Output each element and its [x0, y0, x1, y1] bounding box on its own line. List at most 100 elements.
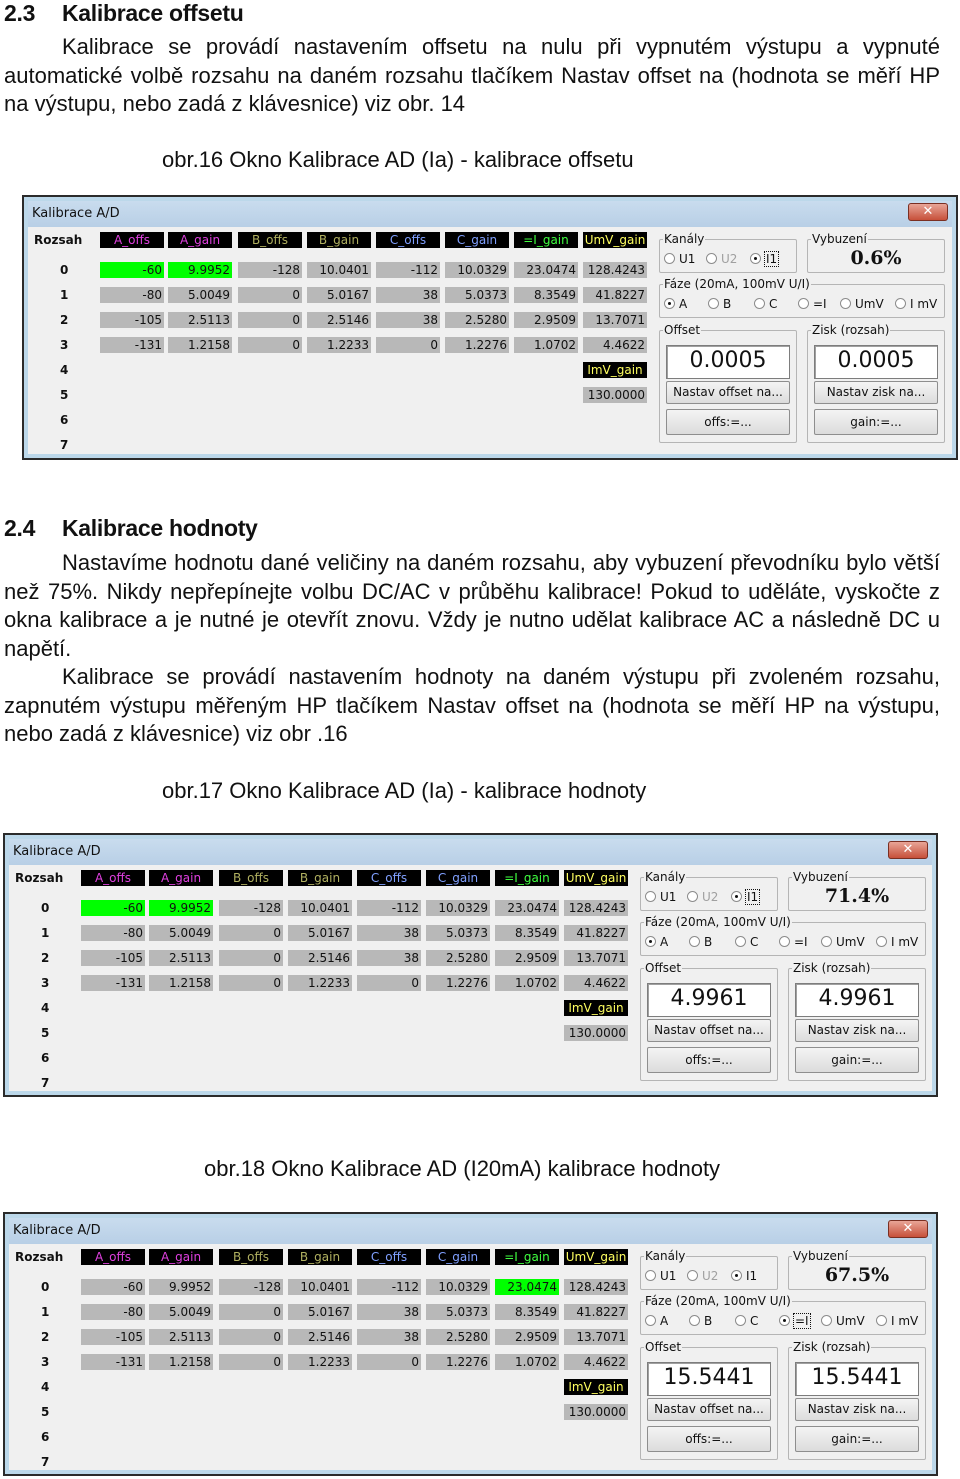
close-button[interactable]: ✕ [888, 1220, 928, 1238]
imv-gain-cell[interactable]: 130.0000 [564, 1404, 628, 1420]
calibration-cell[interactable]: 2.9509 [495, 950, 559, 966]
calibration-cell[interactable]: 9.9952 [149, 900, 213, 916]
calibration-cell[interactable]: 23.0474 [495, 900, 559, 916]
faze-radio[interactable]: I mV [876, 935, 918, 949]
offs-assign-button[interactable]: offs:=... [666, 409, 790, 435]
faze-radio[interactable]: A [645, 1314, 668, 1328]
faze-radio[interactable]: =I [779, 1313, 811, 1329]
calibration-cell[interactable]: 1.2276 [445, 337, 509, 353]
calibration-cell[interactable]: -60 [81, 1279, 145, 1295]
calibration-cell[interactable]: 2.5146 [288, 1329, 352, 1345]
calibration-cell[interactable]: 13.7071 [564, 950, 628, 966]
calibration-cell[interactable]: -131 [100, 337, 164, 353]
calibration-cell[interactable]: 8.3549 [514, 287, 578, 303]
calibration-cell[interactable]: 4.4622 [564, 1354, 628, 1370]
calibration-cell[interactable]: -131 [81, 1354, 145, 1370]
calibration-cell[interactable]: -112 [357, 900, 421, 916]
kanal-radio-u2[interactable]: U2 [687, 890, 718, 904]
nastav-zisk-button[interactable]: Nastav zisk na... [814, 381, 938, 404]
faze-radio[interactable]: I mV [876, 1314, 918, 1328]
calibration-cell[interactable]: 1.0702 [514, 337, 578, 353]
zisk-value-field[interactable]: 15.5441 [795, 1362, 919, 1396]
calibration-cell[interactable]: 13.7071 [564, 1329, 628, 1345]
calibration-cell[interactable]: 5.0373 [445, 287, 509, 303]
faze-radio[interactable]: A [664, 297, 687, 311]
calibration-cell[interactable]: -112 [357, 1279, 421, 1295]
calibration-cell[interactable]: 128.4243 [583, 262, 647, 278]
calibration-cell[interactable]: 1.2233 [307, 337, 371, 353]
faze-radio[interactable]: C [735, 1314, 758, 1328]
calibration-cell[interactable]: 5.0167 [288, 1304, 352, 1320]
calibration-cell[interactable]: 9.9952 [168, 262, 232, 278]
calibration-cell[interactable]: 23.0474 [514, 262, 578, 278]
calibration-cell[interactable]: 5.0049 [149, 925, 213, 941]
calibration-cell[interactable]: 1.2158 [168, 337, 232, 353]
gain-assign-button[interactable]: gain:=... [814, 409, 938, 435]
calibration-cell[interactable]: 10.0401 [288, 900, 352, 916]
calibration-cell[interactable]: -105 [100, 312, 164, 328]
calibration-cell[interactable]: -128 [219, 1279, 283, 1295]
calibration-cell[interactable]: 1.2276 [426, 1354, 490, 1370]
nastav-offset-button[interactable]: Nastav offset na... [647, 1019, 771, 1042]
offset-value-field[interactable]: 0.0005 [666, 345, 790, 379]
calibration-cell[interactable]: 38 [357, 950, 421, 966]
calibration-cell[interactable]: 8.3549 [495, 1304, 559, 1320]
calibration-cell[interactable]: 38 [376, 287, 440, 303]
faze-radio[interactable]: UmV [821, 935, 865, 949]
calibration-cell[interactable]: 0 [238, 312, 302, 328]
nastav-offset-button[interactable]: Nastav offset na... [666, 381, 790, 404]
zisk-value-field[interactable]: 0.0005 [814, 345, 938, 379]
calibration-cell[interactable]: 1.2158 [149, 1354, 213, 1370]
calibration-cell[interactable]: 41.8227 [583, 287, 647, 303]
calibration-cell[interactable]: -128 [238, 262, 302, 278]
calibration-cell[interactable]: 2.5146 [307, 312, 371, 328]
calibration-cell[interactable]: 0 [238, 337, 302, 353]
imv-gain-cell[interactable]: 130.0000 [583, 387, 647, 403]
calibration-cell[interactable]: 23.0474 [495, 1279, 559, 1295]
kanal-radio-i1[interactable]: I1 [731, 1269, 757, 1283]
calibration-cell[interactable]: 2.5280 [426, 1329, 490, 1345]
faze-radio[interactable]: =I [798, 297, 827, 311]
close-button[interactable]: ✕ [908, 203, 948, 221]
calibration-cell[interactable]: 2.5280 [426, 950, 490, 966]
calibration-cell[interactable]: 0 [238, 287, 302, 303]
kanal-radio-u1[interactable]: U1 [664, 252, 695, 266]
calibration-cell[interactable]: 41.8227 [564, 925, 628, 941]
calibration-cell[interactable]: 0 [219, 1354, 283, 1370]
calibration-cell[interactable]: 0 [219, 925, 283, 941]
offs-assign-button[interactable]: offs:=... [647, 1047, 771, 1073]
calibration-cell[interactable]: 1.0702 [495, 975, 559, 991]
calibration-cell[interactable]: 5.0373 [426, 1304, 490, 1320]
nastav-zisk-button[interactable]: Nastav zisk na... [795, 1398, 919, 1421]
offset-value-field[interactable]: 4.9961 [647, 983, 771, 1017]
calibration-cell[interactable]: 2.5280 [445, 312, 509, 328]
calibration-cell[interactable]: 5.0049 [149, 1304, 213, 1320]
calibration-cell[interactable]: 0 [357, 1354, 421, 1370]
title-bar[interactable]: Kalibrace A/D ✕ [9, 839, 932, 865]
kanal-radio-u2[interactable]: U2 [706, 252, 737, 266]
zisk-value-field[interactable]: 4.9961 [795, 983, 919, 1017]
faze-radio[interactable]: B [689, 935, 712, 949]
calibration-cell[interactable]: 0 [219, 950, 283, 966]
calibration-cell[interactable]: 1.2276 [426, 975, 490, 991]
calibration-cell[interactable]: 0 [357, 975, 421, 991]
calibration-cell[interactable]: 2.9509 [514, 312, 578, 328]
calibration-cell[interactable]: 38 [357, 1329, 421, 1345]
faze-radio[interactable]: B [708, 297, 731, 311]
calibration-cell[interactable]: 10.0401 [288, 1279, 352, 1295]
calibration-cell[interactable]: 5.0167 [307, 287, 371, 303]
calibration-cell[interactable]: -112 [376, 262, 440, 278]
kanal-radio-u1[interactable]: U1 [645, 890, 676, 904]
faze-radio[interactable]: UmV [840, 297, 884, 311]
calibration-cell[interactable]: -80 [81, 1304, 145, 1320]
calibration-cell[interactable]: 0 [219, 1329, 283, 1345]
calibration-cell[interactable]: 5.0049 [168, 287, 232, 303]
calibration-cell[interactable]: 10.0401 [307, 262, 371, 278]
nastav-zisk-button[interactable]: Nastav zisk na... [795, 1019, 919, 1042]
faze-radio[interactable]: C [754, 297, 777, 311]
kanal-radio-i1[interactable]: I1 [750, 251, 780, 267]
faze-radio[interactable]: =I [779, 935, 808, 949]
calibration-cell[interactable]: -105 [81, 1329, 145, 1345]
calibration-cell[interactable]: 10.0329 [445, 262, 509, 278]
calibration-cell[interactable]: 1.2233 [288, 975, 352, 991]
